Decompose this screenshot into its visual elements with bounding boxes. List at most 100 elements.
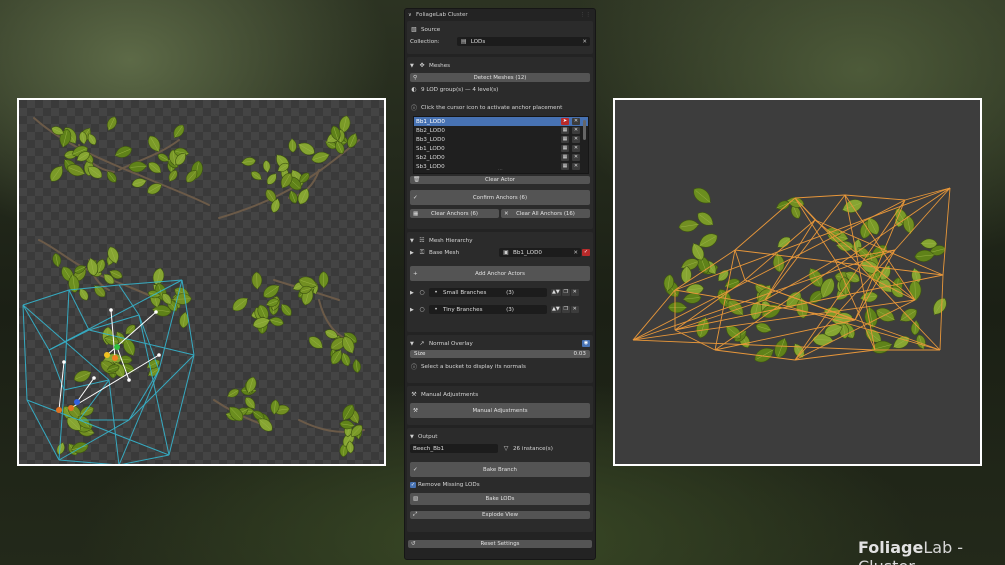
confirm-count: (6) [519, 194, 528, 201]
size-slider[interactable]: Size 0.03 [410, 350, 590, 358]
normal-hint-row: ⓘ Select a bucket to display its normals [410, 361, 590, 372]
bake-lods-button[interactable]: ▧ Bake LODs [410, 493, 590, 505]
remove-item-icon[interactable]: ✕ [572, 154, 580, 161]
bucket-remove-icon[interactable]: ✕ [570, 289, 579, 296]
anchor-handle[interactable] [109, 308, 113, 312]
anchor-handle[interactable] [154, 310, 158, 314]
cursor-icon[interactable]: ▦ [561, 127, 569, 134]
clear-base-mesh-icon[interactable]: ✕ [573, 250, 578, 256]
meshes-expand-icon[interactable]: ▼ [410, 63, 416, 69]
bucket-field[interactable]: • Small Branches (3) [429, 288, 547, 297]
anchor-point[interactable] [74, 399, 80, 405]
output-name-field[interactable]: Beech_Bb1 [410, 444, 498, 453]
detect-meshes-button[interactable]: ⚲ Detect Meshes (12) [410, 73, 590, 82]
collection-icon: ▤ [460, 38, 467, 45]
lod-info: 9 LOD group(s) — 4 level(s) [421, 86, 499, 93]
hierarchy-header[interactable]: ▼ ☵ Mesh Hierarchy [410, 234, 590, 247]
bake-branch-button[interactable]: ✓ Bake Branch [410, 462, 590, 477]
anchor-point[interactable] [68, 405, 74, 411]
remove-item-icon[interactable]: ✕ [572, 145, 580, 152]
anchor-point[interactable] [114, 344, 120, 350]
meshes-section: ▼ ✥ Meshes ⚲ Detect Meshes (12) ◐ 9 LOD … [407, 57, 593, 229]
bucket-row[interactable]: ▶ ○ • Tiny Branches (3) ▲▼ ❐ ✕ [410, 304, 590, 315]
bucket-expand-icon[interactable]: ▶ [410, 307, 416, 313]
mesh-list-item[interactable]: Bb3_LOD0 ▦ ✕ [414, 135, 588, 144]
collapse-chevron-icon[interactable]: ∨ [408, 12, 414, 18]
atlas-canvas [22, 115, 365, 464]
cursor-icon[interactable]: ▦ [561, 154, 569, 161]
base-mesh-field[interactable]: ▣ Bb1_LOD0 ✕ [499, 248, 581, 257]
anchor-point[interactable] [56, 407, 62, 413]
bucket-move-icon[interactable]: ▲▼ [551, 289, 561, 296]
meshes-header[interactable]: ▼ ✥ Meshes [410, 59, 590, 72]
bucket-radio-icon[interactable]: ○ [418, 289, 426, 296]
detect-count: (12) [515, 74, 527, 81]
bucket-label: Tiny Branches [443, 306, 483, 313]
clear-anchors-button[interactable]: ▦ Clear Anchors (6) [410, 209, 499, 218]
bucket-field[interactable]: • Tiny Branches (3) [429, 305, 547, 314]
preview-wire-edge [942, 187, 951, 276]
preview-viewport[interactable] [613, 98, 982, 466]
remove-missing-row[interactable]: ✓ Remove Missing LODs [410, 479, 590, 490]
wire-edge [22, 304, 28, 401]
cursor-icon[interactable]: ▦ [561, 163, 569, 170]
cursor-icon[interactable]: ▦ [561, 136, 569, 143]
hierarchy-expand-icon[interactable]: ▼ [410, 238, 416, 244]
bucket-duplicate-icon[interactable]: ❐ [561, 289, 570, 296]
remove-item-icon[interactable]: ✕ [572, 163, 580, 170]
normal-overlay-section: ▼ ↗ Normal Overlay ◉ Size 0.03 ⓘ Select … [407, 335, 593, 383]
explode-view-button[interactable]: ⤢ Explode View [410, 511, 590, 519]
cross-icon: ✕ [504, 210, 509, 217]
anchor-handle[interactable] [92, 376, 96, 380]
bucket-type-icon: • [434, 289, 438, 296]
mesh-list[interactable]: Bb1_LOD0 ➤ ✕ Bb2_LOD0 ▦ ✕ Bb3_LOD0 ▦ ✕ Sb1_LOD0 ▦ ✕… [413, 116, 589, 174]
clear-collection-icon[interactable]: ✕ [582, 39, 587, 45]
list-resize-handle[interactable]: ⋯ [498, 167, 503, 173]
foliagelab-panel: ∨ FoliageLab Cluster ⋮⋮ ▧ Source Collect… [404, 8, 596, 560]
bucket-remove-icon[interactable]: ✕ [570, 306, 579, 313]
atlas-viewport[interactable] [17, 98, 386, 466]
mesh-list-item[interactable]: Bb1_LOD0 ➤ ✕ [414, 117, 588, 126]
reset-settings-button[interactable]: ↺ Reset Settings [408, 540, 592, 548]
hierarchy-icon: ☵ [419, 237, 425, 244]
mesh-list-scrollbar[interactable] [583, 120, 586, 140]
confirm-anchors-button[interactable]: ✓ Confirm Anchors (6) [410, 190, 590, 205]
anchor-point[interactable] [104, 352, 110, 358]
anchor-handle[interactable] [62, 360, 66, 364]
cursor-icon[interactable]: ▦ [561, 145, 569, 152]
panel-titlebar[interactable]: ∨ FoliageLab Cluster ⋮⋮ [405, 9, 595, 21]
bucket-duplicate-icon[interactable]: ❐ [561, 306, 570, 313]
anchor-handle[interactable] [157, 353, 161, 357]
wire-edge [108, 379, 120, 464]
drag-grip-icon[interactable]: ⋮⋮ [580, 12, 591, 18]
mesh-list-item[interactable]: Sb2_LOD0 ▦ ✕ [414, 153, 588, 162]
remove-missing-checkbox[interactable]: ✓ [410, 481, 416, 488]
anchor-handle[interactable] [127, 378, 131, 382]
mesh-list-item[interactable]: Bb2_LOD0 ▦ ✕ [414, 126, 588, 135]
mesh-list-item-label: Bb3_LOD0 [416, 136, 445, 143]
bucket-label: Small Branches [443, 289, 487, 296]
clear-all-anchors-button[interactable]: ✕ Clear All Anchors (16) [501, 209, 590, 218]
add-anchor-actors-button[interactable]: + Add Anchor Actors [410, 266, 590, 281]
collection-field[interactable]: ▤ LODs ✕ [456, 37, 590, 46]
anchor-point[interactable] [112, 355, 118, 361]
bucket-expand-icon[interactable]: ▶ [410, 290, 416, 296]
normal-expand-icon[interactable]: ▼ [410, 341, 416, 347]
mesh-list-item[interactable]: Sb1_LOD0 ▦ ✕ [414, 144, 588, 153]
bucket-move-icon[interactable]: ▲▼ [551, 306, 561, 313]
output-expand-icon[interactable]: ▼ [410, 434, 416, 440]
base-mesh-expand-icon[interactable]: ▶ [410, 250, 416, 256]
bucket-radio-icon[interactable]: ○ [418, 306, 426, 313]
normal-overlay-header[interactable]: ▼ ↗ Normal Overlay ◉ [410, 337, 590, 350]
bucket-row[interactable]: ▶ ○ • Small Branches (3) ▲▼ ❐ ✕ [410, 287, 590, 298]
clear-actor-button[interactable]: 🗑 Clear Actor [410, 176, 590, 184]
remove-item-icon[interactable]: ✕ [572, 127, 580, 134]
remove-item-icon[interactable]: ✕ [572, 118, 580, 125]
manual-adjustments-button[interactable]: ⚒ Manual Adjustments [410, 403, 590, 418]
base-mesh-confirm-icon[interactable]: ✓ [582, 249, 590, 256]
cursor-icon[interactable]: ➤ [561, 118, 569, 125]
source-icon: ▧ [411, 26, 417, 33]
eye-icon[interactable]: ◉ [582, 340, 590, 347]
remove-item-icon[interactable]: ✕ [572, 136, 580, 143]
output-header[interactable]: ▼ Output [410, 430, 590, 443]
